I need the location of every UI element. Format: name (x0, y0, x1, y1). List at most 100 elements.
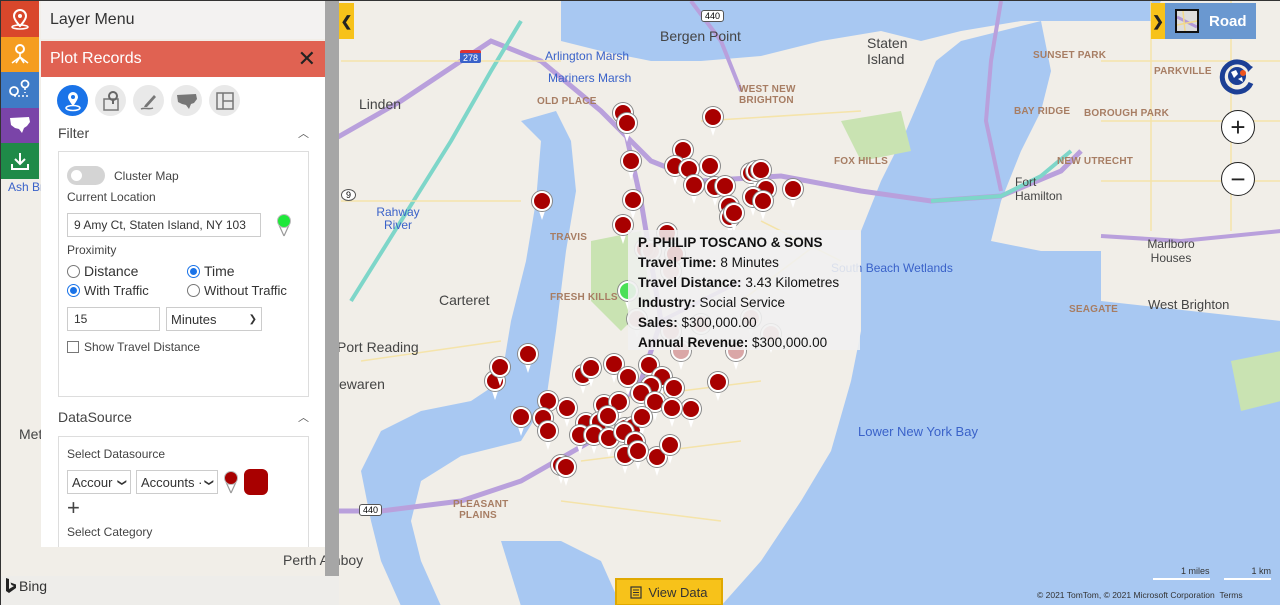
entity-select-value: Accour (72, 474, 113, 490)
record-pin-head (708, 372, 728, 392)
map-type-control[interactable]: ❯ Road (1151, 3, 1256, 39)
datasource-section-header[interactable]: DataSource ︿ (41, 407, 325, 427)
record-pin[interactable] (518, 344, 538, 374)
plus-icon: + (1230, 112, 1246, 142)
record-pin[interactable] (532, 191, 552, 221)
zoom-in-button[interactable]: + (1221, 110, 1255, 144)
view-select[interactable]: Accounts · ❯ (136, 470, 218, 494)
tooltip-annual-revenue-label: Annual Revenue: (638, 335, 749, 350)
close-icon[interactable]: ✕ (298, 48, 316, 70)
pin-color-swatch[interactable] (244, 469, 268, 495)
record-pin[interactable] (783, 179, 803, 209)
plot-records-panel: Plot Records ✕ Filter ︿ Cluster Map Curr… (41, 41, 325, 547)
without-traffic-radio[interactable]: Without Traffic (187, 283, 287, 298)
record-pin-head (632, 407, 652, 427)
with-traffic-radio-button[interactable] (67, 284, 80, 297)
list-icon (630, 585, 643, 599)
expand-map-type-button[interactable]: ❯ (1151, 3, 1165, 39)
us-map-icon (10, 117, 30, 134)
us-map-tool-button[interactable] (171, 85, 202, 116)
show-travel-distance-label: Show Travel Distance (84, 340, 201, 354)
tooltip-annual-revenue: Annual Revenue: $300,000.00 (638, 333, 860, 353)
tooltip-record-name: P. PHILIP TOSCANO & SONS (638, 235, 823, 250)
tooltip-travel-time-label: Travel Time: (638, 255, 717, 270)
rail-download-button[interactable] (1, 143, 39, 179)
record-pin[interactable] (703, 107, 723, 137)
record-pin[interactable] (628, 441, 648, 471)
record-pin[interactable] (662, 398, 682, 428)
route-icon (9, 79, 30, 97)
chevron-up-icon[interactable]: ︿ (298, 409, 309, 425)
record-pin[interactable] (511, 407, 531, 437)
record-pin-head (490, 357, 510, 377)
select-datasource-label: Select Datasource (67, 447, 166, 461)
add-datasource-button[interactable]: + (67, 497, 300, 519)
terms-link[interactable]: Terms (1219, 590, 1242, 600)
locate-me-button[interactable] (1218, 57, 1256, 95)
panel-scrollbar[interactable] (325, 1, 339, 576)
chevron-up-icon[interactable]: ︿ (298, 125, 309, 141)
proximity-value-input[interactable]: 15 (67, 307, 160, 331)
record-pin-head (664, 378, 684, 398)
draw-tool-button[interactable] (133, 85, 164, 116)
distance-radio[interactable]: Distance (67, 263, 187, 279)
record-pin[interactable] (617, 113, 637, 143)
road-thumbnail-icon (1177, 11, 1197, 31)
time-radio-button[interactable] (187, 264, 200, 278)
zoom-out-button[interactable]: − (1221, 162, 1255, 196)
without-traffic-radio-button[interactable] (187, 284, 200, 297)
record-pin[interactable] (557, 398, 577, 428)
filter-section-header[interactable]: Filter ︿ (41, 123, 325, 143)
record-pin[interactable] (621, 151, 641, 181)
record-pin[interactable] (490, 357, 510, 387)
rail-route-button[interactable] (1, 72, 39, 108)
globe-locate-icon (1219, 59, 1254, 95)
record-pin[interactable] (708, 372, 728, 402)
record-pin-head (715, 176, 735, 196)
cluster-map-toggle[interactable] (67, 166, 105, 185)
record-pin[interactable] (684, 175, 704, 205)
record-pin[interactable] (753, 191, 773, 221)
current-location-input[interactable]: 9 Amy Ct, Staten Island, NY 103 (67, 213, 261, 237)
rail-territory-button[interactable] (1, 36, 39, 72)
map-scale: 1 miles 1 km (1153, 566, 1272, 580)
collapse-panel-button[interactable]: ❮ (339, 3, 354, 39)
with-traffic-radio[interactable]: With Traffic (67, 283, 187, 298)
territory-icon (11, 44, 29, 64)
record-pin[interactable] (581, 358, 601, 388)
record-pin-head (700, 156, 720, 176)
map-pin-tool-button[interactable] (95, 85, 126, 116)
record-pin[interactable] (681, 399, 701, 429)
panel-scrollbar-thumb[interactable] (325, 1, 339, 437)
layout-tool-button[interactable] (209, 85, 240, 116)
record-pin[interactable] (724, 203, 744, 233)
entity-select[interactable]: Accour ❯ (67, 470, 131, 494)
view-data-button[interactable]: View Data (615, 578, 723, 605)
record-pin-head (617, 113, 637, 133)
tooltip-industry-value: Social Service (699, 295, 786, 310)
datasource-title: DataSource (58, 409, 132, 425)
select-category-label: Select Category (67, 525, 153, 539)
record-pin-head (724, 203, 744, 223)
plot-pin-tool-button[interactable] (57, 85, 88, 116)
show-travel-distance-checkbox[interactable] (67, 341, 79, 353)
record-pin[interactable] (538, 421, 558, 451)
record-pin[interactable] (660, 435, 680, 465)
view-data-label: View Data (648, 584, 708, 600)
tooltip-industry-label: Industry: (638, 295, 696, 310)
chevron-right-icon: ❯ (1152, 12, 1164, 29)
green-location-pin-icon[interactable] (276, 213, 292, 237)
pin-style-icon[interactable] (223, 470, 239, 494)
record-pin-head (751, 160, 771, 180)
bing-label: Bing (19, 578, 48, 594)
rail-plot-records-button[interactable] (1, 1, 39, 37)
record-pin-head (660, 435, 680, 455)
proximity-unit-select[interactable]: Minutes ❯ (166, 307, 262, 331)
record-pin[interactable] (556, 457, 576, 487)
scale-km: 1 km (1223, 566, 1272, 580)
distance-radio-button[interactable] (67, 264, 80, 278)
rail-shapes-button[interactable] (1, 107, 39, 143)
record-pin-head (518, 344, 538, 364)
time-radio[interactable]: Time (187, 263, 235, 279)
filter-section-body: Cluster Map Current Location 9 Amy Ct, S… (58, 151, 309, 397)
